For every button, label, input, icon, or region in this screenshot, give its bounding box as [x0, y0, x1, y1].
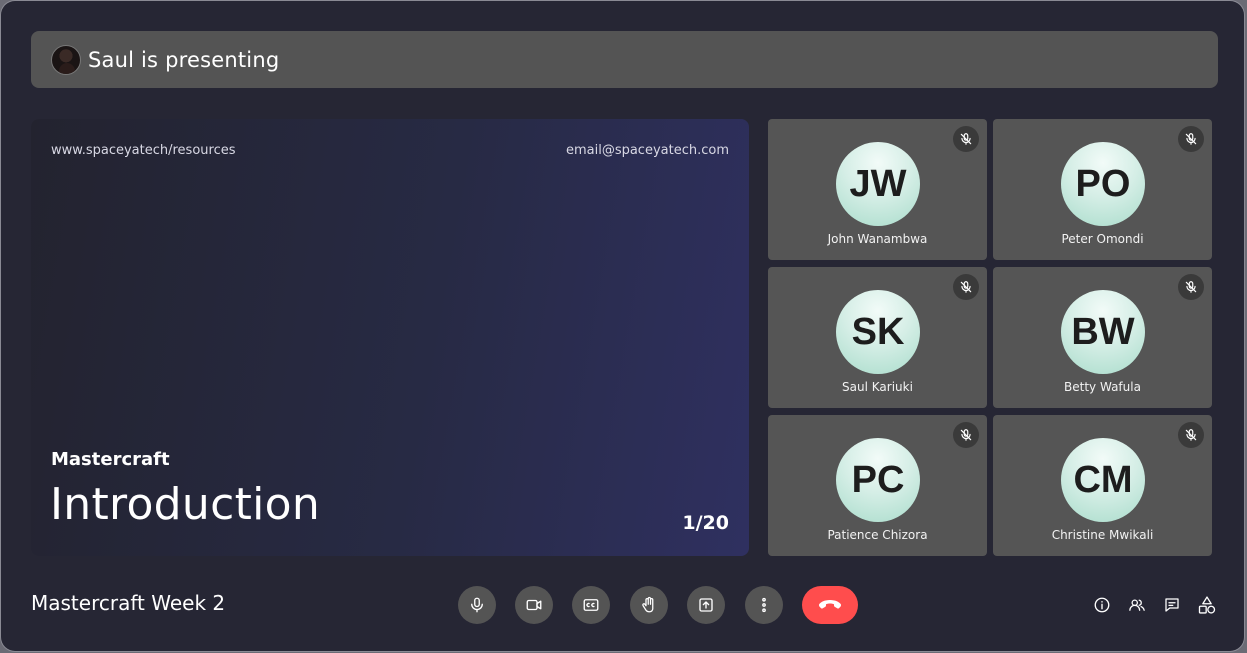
participant-initials: CM	[1061, 438, 1145, 522]
end-call-icon	[818, 600, 842, 609]
muted-mic-icon	[1178, 274, 1204, 300]
participant-initials: BW	[1061, 290, 1145, 374]
meeting-window: Saul is presenting www.spaceyatech/resou…	[1, 1, 1244, 651]
muted-mic-icon	[1178, 126, 1204, 152]
participant-initials: JW	[836, 142, 920, 226]
participant-tile[interactable]: JW John Wanambwa	[768, 119, 987, 260]
activities-button[interactable]	[1197, 595, 1217, 615]
raise-hand-button[interactable]	[630, 586, 668, 624]
muted-mic-icon	[953, 422, 979, 448]
participant-tile[interactable]: SK Saul Kariuki	[768, 267, 987, 408]
slide-page-number: 1/20	[682, 512, 729, 534]
participant-tile[interactable]: CM Christine Mwikali	[993, 415, 1212, 556]
participant-name: John Wanambwa	[827, 232, 928, 246]
closed-captions-icon	[583, 599, 599, 611]
people-button[interactable]	[1127, 595, 1147, 615]
info-icon	[1094, 597, 1110, 613]
more-options-button[interactable]	[745, 586, 783, 624]
participant-initials: PO	[1061, 142, 1145, 226]
participant-name: Betty Wafula	[1064, 380, 1141, 394]
microphone-button[interactable]	[458, 586, 496, 624]
activities-icon	[1198, 596, 1216, 614]
slide-title: Introduction	[50, 479, 321, 530]
present-button[interactable]	[687, 586, 725, 624]
muted-mic-icon	[1178, 422, 1204, 448]
muted-mic-icon	[953, 126, 979, 152]
slide-subtitle: Mastercraft	[51, 449, 170, 470]
end-call-button[interactable]	[802, 586, 858, 624]
captions-button[interactable]	[572, 586, 610, 624]
present-screen-icon	[699, 598, 713, 612]
presenting-banner: Saul is presenting	[31, 31, 1218, 88]
participant-initials: SK	[836, 290, 920, 374]
info-button[interactable]	[1092, 595, 1112, 615]
raise-hand-icon	[642, 596, 654, 613]
participant-name: Peter Omondi	[1061, 232, 1144, 246]
chat-button[interactable]	[1162, 595, 1182, 615]
participant-tile[interactable]: PC Patience Chizora	[768, 415, 987, 556]
shared-slide: www.spaceyatech/resources email@spaceyat…	[31, 119, 749, 556]
camera-icon	[526, 599, 542, 611]
presenter-avatar	[51, 44, 81, 75]
participant-initials: PC	[836, 438, 920, 522]
participant-name: Patience Chizora	[827, 528, 928, 542]
more-options-icon	[762, 597, 766, 613]
microphone-icon	[471, 597, 483, 613]
people-icon	[1129, 599, 1145, 611]
meeting-title: Mastercraft Week 2	[31, 591, 226, 615]
participant-tile[interactable]: BW Betty Wafula	[993, 267, 1212, 408]
participant-name: Christine Mwikali	[1051, 528, 1154, 542]
presenting-text: Saul is presenting	[88, 47, 280, 72]
participant-name: Saul Kariuki	[842, 380, 913, 394]
slide-url: www.spaceyatech/resources	[51, 143, 236, 158]
participant-tile[interactable]: PO Peter Omondi	[993, 119, 1212, 260]
slide-email: email@spaceyatech.com	[565, 143, 729, 158]
chat-icon	[1165, 598, 1179, 612]
muted-mic-icon	[953, 274, 979, 300]
camera-button[interactable]	[515, 586, 553, 624]
